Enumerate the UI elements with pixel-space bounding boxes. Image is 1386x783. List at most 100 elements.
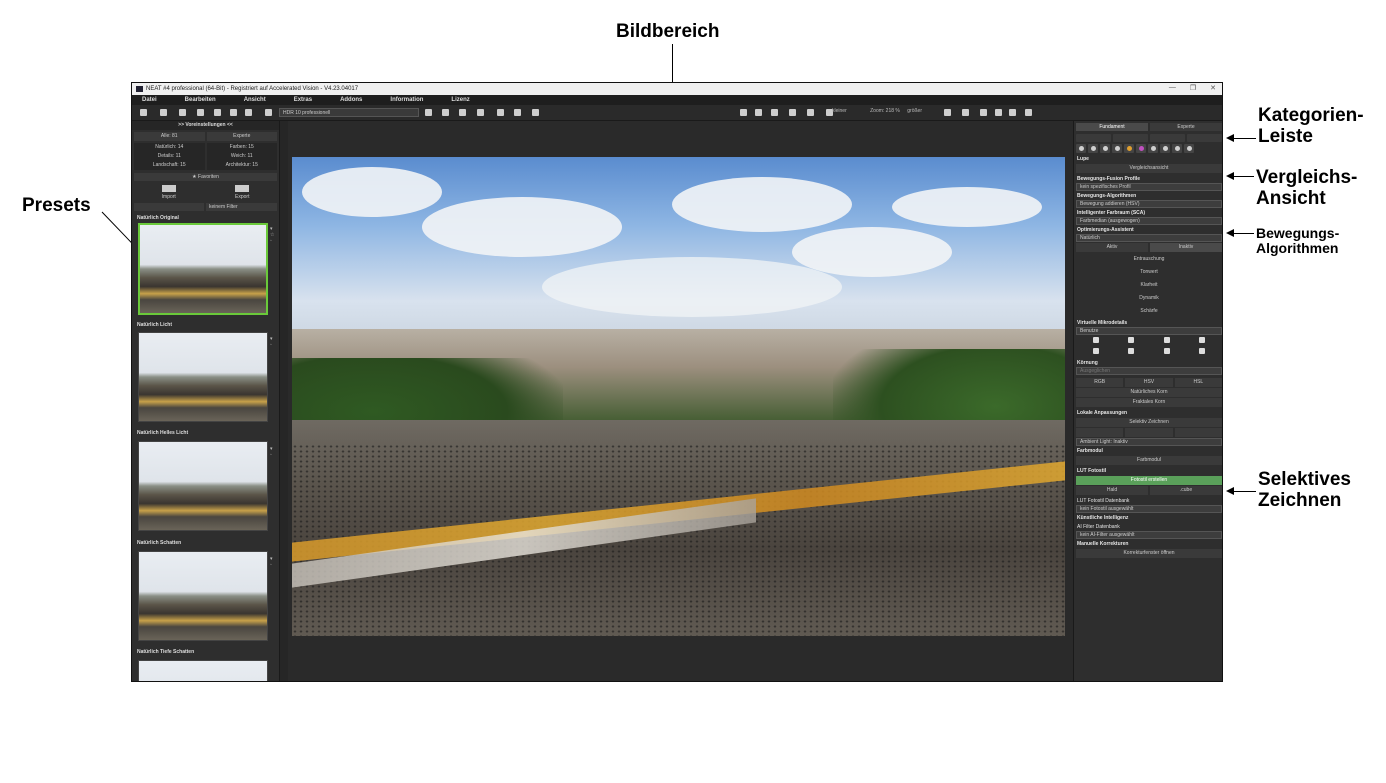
filter-details[interactable]: Details: 11 bbox=[134, 152, 205, 161]
list-icon[interactable] bbox=[514, 109, 521, 116]
filter-select[interactable]: keinem Filter bbox=[206, 203, 277, 211]
mask-tool-1[interactable] bbox=[1076, 428, 1124, 437]
category-layers[interactable] bbox=[1113, 134, 1148, 142]
hald-button[interactable]: Hald bbox=[1076, 486, 1148, 495]
micro-icon[interactable] bbox=[1186, 348, 1218, 356]
cat-icon[interactable] bbox=[1124, 144, 1134, 153]
color-module-button[interactable]: Farbmodul bbox=[1076, 456, 1222, 465]
filter-expert[interactable]: Experte bbox=[206, 132, 277, 141]
ambient-select[interactable]: Ambient Light: Inaktiv bbox=[1076, 438, 1222, 446]
filter-colors[interactable]: Farben: 15 bbox=[206, 143, 277, 152]
micro-icon[interactable] bbox=[1080, 348, 1112, 356]
filter-architecture[interactable]: Architektur: 15 bbox=[206, 161, 277, 170]
rotate-icon[interactable] bbox=[771, 109, 778, 116]
favorites-button[interactable]: ★ Favoriten bbox=[134, 173, 277, 181]
undo-icon[interactable] bbox=[425, 109, 432, 116]
preset-side-controls[interactable]: ▾ ☆ ◦ bbox=[270, 226, 276, 244]
cat-icon[interactable] bbox=[1076, 144, 1086, 153]
export-icon[interactable] bbox=[459, 109, 466, 116]
micro-icon[interactable] bbox=[1115, 337, 1147, 345]
hsv-button[interactable]: HSV bbox=[1125, 378, 1173, 387]
open-correction-window-button[interactable]: Korrekturfenster öffnen bbox=[1076, 549, 1222, 558]
preset-side-controls[interactable]: ▾ ◦ bbox=[270, 556, 276, 568]
preset-side-controls[interactable]: ▾ ◦ bbox=[270, 446, 276, 458]
create-photostyle-button[interactable]: Fotostil erstellen bbox=[1076, 476, 1222, 485]
filter-toggle[interactable] bbox=[134, 203, 204, 211]
close-icon[interactable]: ✕ bbox=[1210, 84, 1216, 92]
chart-icon[interactable] bbox=[532, 109, 539, 116]
import-button[interactable]: Import bbox=[139, 185, 199, 200]
tab-fundament[interactable]: Fundament bbox=[1076, 123, 1148, 131]
algo-select[interactable]: Bewegung addieren (HSV) bbox=[1076, 200, 1222, 208]
batch-icon[interactable] bbox=[197, 109, 204, 116]
export-button[interactable]: Export bbox=[212, 185, 272, 200]
gallery-icon[interactable] bbox=[214, 109, 221, 116]
preset-thumb-tiefe-schatten[interactable] bbox=[138, 660, 268, 681]
fit-icon[interactable] bbox=[944, 109, 951, 116]
view-eye-icon[interactable] bbox=[740, 109, 747, 116]
settings-icon[interactable] bbox=[245, 109, 252, 116]
menu-ansicht[interactable]: Ansicht bbox=[244, 95, 266, 105]
preset-side-controls[interactable]: ▾ ◦ bbox=[270, 336, 276, 348]
cat-icon[interactable] bbox=[1184, 144, 1194, 153]
compare-icon[interactable] bbox=[995, 109, 1002, 116]
cat-icon[interactable] bbox=[1172, 144, 1182, 153]
preset-thumb-licht[interactable] bbox=[138, 332, 268, 422]
micro-icon[interactable] bbox=[1115, 348, 1147, 356]
micro-icon[interactable] bbox=[1151, 337, 1183, 345]
micro-icon[interactable] bbox=[1186, 337, 1218, 345]
active-button[interactable]: Aktiv bbox=[1076, 243, 1148, 252]
loupe-section[interactable]: Lupe bbox=[1074, 154, 1222, 163]
slider-dynamics[interactable]: Dynamik bbox=[1074, 292, 1222, 305]
brush-icon[interactable] bbox=[442, 109, 449, 116]
cat-icon[interactable] bbox=[1160, 144, 1170, 153]
filter-all[interactable]: Alle: 81 bbox=[134, 132, 205, 141]
grain-select[interactable]: Ausgeglichen bbox=[1076, 367, 1222, 375]
profile-select[interactable]: HDR 10 professionell bbox=[279, 108, 419, 117]
preview-image[interactable] bbox=[292, 157, 1065, 636]
filter-landscape[interactable]: Landschaft: 15 bbox=[134, 161, 205, 170]
zoom-control[interactable]: kleiner Zoom: 218 % größer bbox=[832, 108, 922, 114]
natural-grain-button[interactable]: Natürliches Korn bbox=[1076, 388, 1222, 397]
copy-icon[interactable] bbox=[179, 109, 186, 116]
arrow-icon[interactable] bbox=[807, 109, 814, 116]
lut-db-select[interactable]: kein Fotostil ausgewählt bbox=[1076, 505, 1222, 513]
zoom-smaller[interactable]: kleiner bbox=[832, 108, 847, 114]
menu-information[interactable]: Information bbox=[390, 95, 423, 105]
frame-icon[interactable] bbox=[962, 109, 969, 116]
zoom-larger[interactable]: größer bbox=[907, 108, 922, 114]
warning-icon[interactable] bbox=[789, 109, 796, 116]
slider-denoise[interactable]: Entrauschung bbox=[1074, 253, 1222, 266]
tab-experte[interactable]: Experte bbox=[1150, 123, 1222, 131]
micro-select[interactable]: Benutze bbox=[1076, 327, 1222, 335]
play-icon[interactable] bbox=[497, 109, 504, 116]
window-icon[interactable] bbox=[1009, 109, 1016, 116]
mask-tool-2[interactable] bbox=[1125, 428, 1173, 437]
micro-icon[interactable] bbox=[1080, 337, 1112, 345]
cat-icon[interactable] bbox=[1088, 144, 1098, 153]
slider-sharpness[interactable]: Schärfe bbox=[1074, 305, 1222, 318]
selective-draw-button[interactable]: Selektiv Zeichnen bbox=[1076, 418, 1222, 427]
mask-tool-3[interactable] bbox=[1174, 428, 1222, 437]
new-file-icon[interactable] bbox=[140, 109, 147, 116]
fractal-grain-button[interactable]: Fraktales Korn bbox=[1076, 398, 1222, 407]
menu-datei[interactable]: Datei bbox=[142, 95, 157, 105]
menu-extras[interactable]: Extras bbox=[294, 95, 312, 105]
sca-select[interactable]: Farbmedian (ausgewogen) bbox=[1076, 217, 1222, 225]
category-loupe[interactable] bbox=[1076, 134, 1111, 142]
filter-soft[interactable]: Weich: 11 bbox=[206, 152, 277, 161]
ai-select[interactable]: kein AI-Filter ausgewählt bbox=[1076, 531, 1222, 539]
category-compare[interactable] bbox=[1150, 134, 1185, 142]
print-icon[interactable] bbox=[477, 109, 484, 116]
menu-lizenz[interactable]: Lizenz bbox=[451, 95, 469, 105]
category-color[interactable] bbox=[1187, 134, 1222, 142]
compare-view-button[interactable]: Vergleichsansicht bbox=[1076, 164, 1222, 173]
slider-tone[interactable]: Tonwert bbox=[1074, 266, 1222, 279]
assist-select[interactable]: Natürlich bbox=[1076, 234, 1222, 242]
cat-icon[interactable] bbox=[1136, 144, 1146, 153]
preset-thumb-helles-licht[interactable] bbox=[138, 441, 268, 531]
slider-clarity[interactable]: Klarheit bbox=[1074, 279, 1222, 292]
inactive-button[interactable]: Inaktiv bbox=[1150, 243, 1222, 252]
image-area[interactable] bbox=[288, 121, 1073, 681]
cat-icon[interactable] bbox=[1100, 144, 1110, 153]
